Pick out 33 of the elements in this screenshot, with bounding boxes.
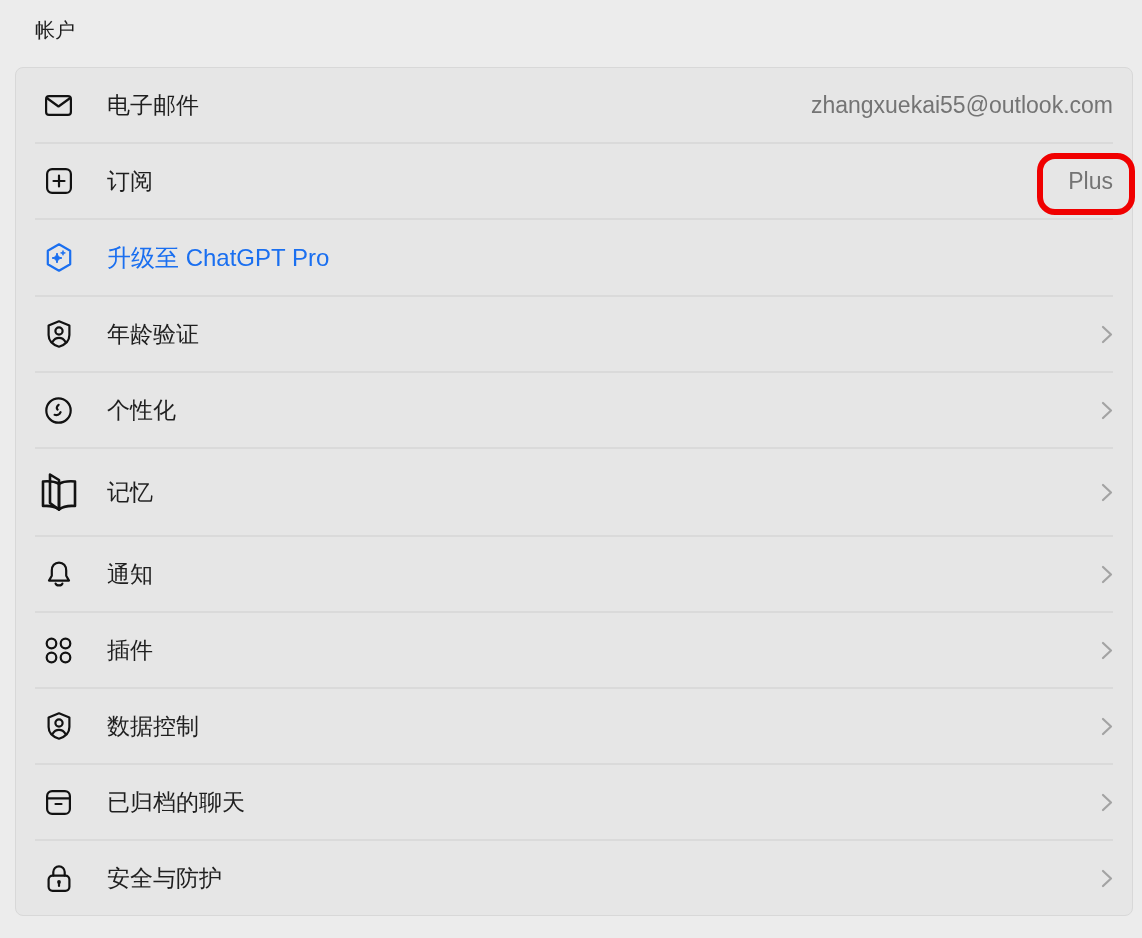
menu-item[interactable]: 已归档的聊天 <box>107 788 245 816</box>
chevron-right-icon <box>1101 792 1113 812</box>
field-label: 电子邮件 <box>107 91 199 119</box>
chevron-right-icon <box>1101 564 1113 584</box>
lock-icon <box>46 864 71 892</box>
four-circles-icon <box>45 636 72 664</box>
swirl-circle-icon <box>45 396 72 424</box>
menu-item[interactable]: 数据控制 <box>107 712 199 740</box>
plus-square-icon <box>45 168 72 194</box>
menu-item[interactable]: 通知 <box>107 560 153 588</box>
chevron-right-icon <box>1101 324 1113 344</box>
chevron-right-icon <box>1101 868 1113 888</box>
chevron-right-icon <box>1101 716 1113 736</box>
chevron-right-icon <box>1101 482 1113 502</box>
field-value: Plus <box>1068 167 1113 195</box>
hexagon-sparkle-icon <box>45 243 72 272</box>
menu-item[interactable]: 记忆 <box>107 478 153 506</box>
menu-item[interactable]: 年龄验证 <box>107 320 199 348</box>
upgrade-link[interactable]: 升级至 ChatGPT Pro <box>107 243 330 272</box>
chevron-right-icon <box>1101 640 1113 660</box>
archive-box-icon <box>46 789 71 815</box>
menu-item[interactable]: 个性化 <box>107 396 176 424</box>
field-label: 订阅 <box>107 167 153 195</box>
mail-icon <box>45 94 72 116</box>
section-title: 帐户 <box>35 19 75 41</box>
menu-item[interactable]: 插件 <box>107 636 153 664</box>
chevron-right-icon <box>1101 400 1113 420</box>
shield-person-icon <box>46 712 71 740</box>
shield-person-icon <box>46 320 71 348</box>
bell-icon <box>46 560 71 588</box>
menu-item[interactable]: 安全与防护 <box>107 864 222 892</box>
open-book-icon <box>40 472 77 512</box>
field-value: zhangxuekai55@outlook.com <box>810 91 1113 119</box>
